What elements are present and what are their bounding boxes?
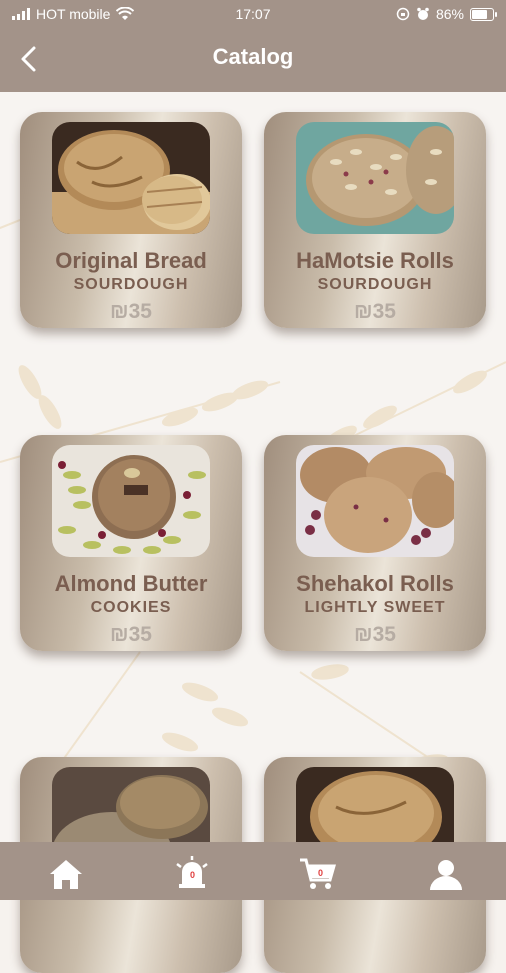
product-card-original-bread[interactable]: Original Bread SOURDOUGH ₪35 (20, 112, 242, 328)
alarm-icon (417, 7, 429, 20)
lock-rotation-icon (396, 7, 410, 21)
product-price: ₪35 (354, 300, 396, 323)
cart-badge: 0 (318, 868, 324, 878)
app-header: HOT mobile 17:07 86% Catalog (0, 0, 506, 92)
status-right: 86% (396, 6, 497, 22)
product-image (296, 445, 454, 557)
profile-icon[interactable] (426, 854, 466, 894)
battery-icon (470, 7, 497, 21)
product-name: Almond Butter (54, 571, 208, 596)
product-card-shehakol-rolls[interactable]: Shehakol Rolls LIGHTLY SWEET ₪35 (264, 435, 486, 651)
battery-fill (472, 9, 488, 19)
page-title: Catalog (212, 44, 294, 69)
status-bar: HOT mobile 17:07 86% (0, 0, 506, 28)
battery-percent: 86% (435, 6, 464, 22)
product-category: SOURDOUGH (317, 276, 433, 293)
product-name: Original Bread (55, 248, 207, 273)
product-price: ₪35 (110, 623, 152, 646)
product-category: SOURDOUGH (73, 276, 189, 293)
product-price: ₪35 (354, 623, 396, 646)
product-name: HaMotsie Rolls (296, 248, 454, 273)
cart-button[interactable]: 0 (298, 854, 338, 894)
home-icon[interactable] (46, 854, 86, 894)
product-card-almond-butter[interactable]: Almond Butter COOKIES ₪35 (20, 435, 242, 651)
notifications-button[interactable]: 0 (172, 854, 212, 894)
product-image (296, 122, 454, 234)
product-name: Shehakol Rolls (296, 571, 454, 596)
product-category: LIGHTLY SWEET (304, 599, 446, 616)
bottom-navigation: 0 0 (0, 842, 506, 900)
product-grid: Original Bread SOURDOUGH ₪35 HaMotsie Ro… (0, 92, 506, 973)
notifications-badge: 0 (190, 870, 196, 880)
product-category: COOKIES (90, 599, 172, 616)
product-image (52, 122, 210, 234)
product-card-hamotsie-rolls[interactable]: HaMotsie Rolls SOURDOUGH ₪35 (264, 112, 486, 328)
product-price: ₪35 (110, 300, 152, 323)
product-image (52, 445, 210, 557)
